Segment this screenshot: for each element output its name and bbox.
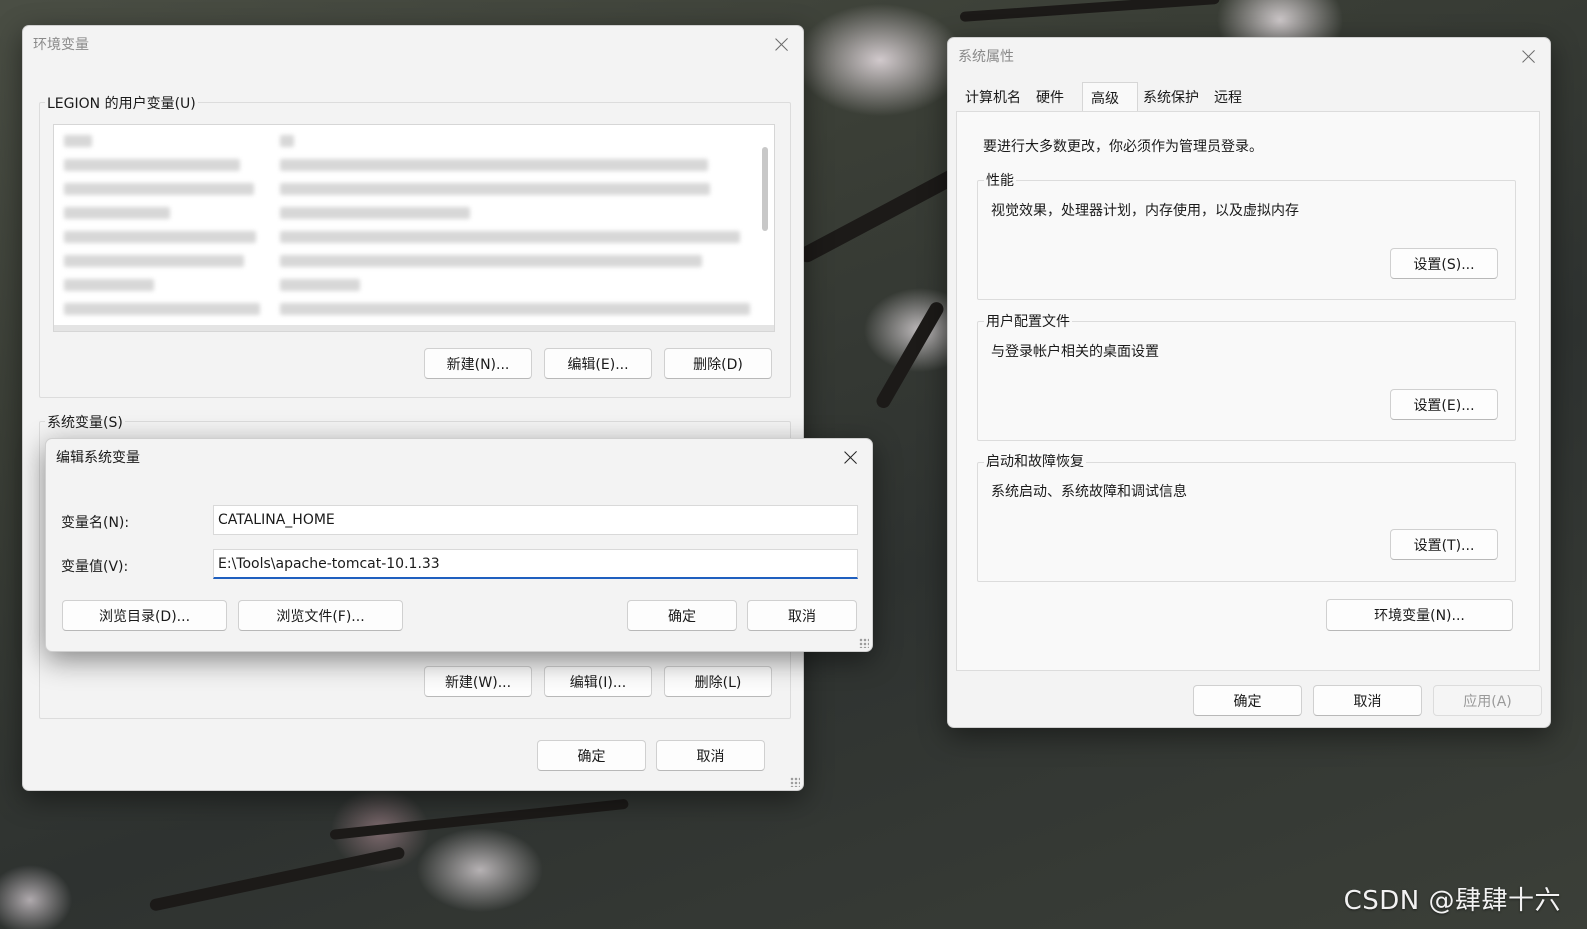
profile-label: 用户配置文件	[984, 311, 1072, 331]
list-item[interactable]	[280, 255, 702, 267]
list-item[interactable]	[64, 135, 92, 147]
list-item[interactable]	[280, 135, 294, 147]
user-new-button[interactable]: 新建(N)...	[424, 348, 532, 379]
startup-group	[977, 462, 1516, 582]
cancel-button[interactable]: 取消	[1313, 685, 1422, 716]
startup-desc: 系统启动、系统故障和调试信息	[991, 484, 1187, 500]
admin-note: 要进行大多数更改，你必须作为管理员登录。	[983, 139, 1263, 155]
background-branch	[873, 299, 947, 411]
close-icon[interactable]	[840, 447, 862, 469]
profile-group	[977, 321, 1516, 441]
system-new-button[interactable]: 新建(W)...	[424, 666, 532, 697]
startup-settings-button[interactable]: 设置(T)...	[1390, 529, 1498, 560]
advanced-panel: 要进行大多数更改，你必须作为管理员登录。 性能 视觉效果，处理器计划，内存使用，…	[956, 111, 1540, 671]
system-delete-button[interactable]: 删除(L)	[664, 666, 772, 697]
apply-button[interactable]: 应用(A)	[1433, 685, 1542, 716]
list-item[interactable]	[280, 279, 360, 291]
list-item[interactable]	[64, 207, 170, 219]
browse-directory-button[interactable]: 浏览目录(D)...	[62, 600, 227, 631]
tab-system-protection[interactable]: 系统保护	[1139, 84, 1203, 110]
background-branch	[959, 0, 1220, 22]
tab-advanced[interactable]: 高级	[1082, 82, 1138, 112]
variable-name-label: 变量名(N):	[61, 515, 130, 531]
user-vars-label: LEGION 的用户变量(U)	[45, 93, 198, 113]
close-icon[interactable]	[771, 34, 793, 56]
browse-file-button[interactable]: 浏览文件(F)...	[238, 600, 403, 631]
variable-value-input[interactable]	[213, 549, 858, 579]
variable-name-input[interactable]	[213, 505, 858, 535]
list-item[interactable]	[280, 183, 710, 195]
ok-button[interactable]: 确定	[537, 740, 646, 771]
list-item[interactable]	[64, 303, 260, 315]
env-vars-window: 环境变量 LEGION 的用户变量(U) 新建(N)... 编辑(E)... 删…	[22, 25, 804, 791]
startup-label: 启动和故障恢复	[984, 451, 1086, 471]
profile-settings-button[interactable]: 设置(E)...	[1390, 389, 1498, 420]
list-item[interactable]	[64, 159, 240, 171]
profile-desc: 与登录帐户相关的桌面设置	[991, 344, 1159, 360]
performance-label: 性能	[984, 170, 1016, 190]
edit-variable-dialog: 编辑系统变量 变量名(N): 变量值(V): 浏览目录(D)... 浏览文件(F…	[45, 438, 873, 652]
vertical-scrollbar[interactable]	[762, 147, 768, 231]
list-item[interactable]	[64, 255, 244, 267]
tab-remote[interactable]: 远程	[1210, 84, 1246, 110]
list-item[interactable]	[64, 231, 256, 243]
window-title: 环境变量	[33, 37, 89, 53]
cancel-button[interactable]: 取消	[747, 600, 857, 631]
performance-settings-button[interactable]: 设置(S)...	[1390, 248, 1498, 279]
performance-desc: 视觉效果，处理器计划，内存使用，以及虚拟内存	[991, 203, 1299, 219]
resize-grip-icon[interactable]	[790, 777, 800, 787]
list-item[interactable]	[280, 159, 708, 171]
user-vars-list[interactable]	[53, 124, 775, 332]
resize-grip-icon[interactable]	[859, 638, 869, 648]
user-edit-button[interactable]: 编辑(E)...	[544, 348, 652, 379]
system-edit-button[interactable]: 编辑(I)...	[544, 666, 652, 697]
environment-variables-button[interactable]: 环境变量(N)...	[1326, 599, 1513, 631]
horizontal-scrollbar[interactable]	[54, 325, 774, 331]
list-item[interactable]	[64, 279, 154, 291]
cancel-button[interactable]: 取消	[656, 740, 765, 771]
watermark: CSDN @肆肆十六	[1343, 886, 1561, 916]
list-item[interactable]	[64, 183, 254, 195]
performance-group	[977, 180, 1516, 300]
ok-button[interactable]: 确定	[627, 600, 737, 631]
list-item[interactable]	[280, 303, 750, 315]
list-item[interactable]	[280, 231, 740, 243]
system-properties-window: 系统属性 计算机名 硬件 高级 系统保护 远程 要进行大多数更改，你必须作为管理…	[947, 37, 1551, 728]
variable-value-label: 变量值(V):	[61, 559, 129, 575]
window-title: 系统属性	[958, 49, 1014, 65]
ok-button[interactable]: 确定	[1193, 685, 1302, 716]
tab-computer-name[interactable]: 计算机名	[961, 84, 1025, 110]
system-vars-label: 系统变量(S)	[45, 412, 125, 432]
background-branch	[148, 846, 406, 912]
dialog-title: 编辑系统变量	[56, 450, 140, 466]
close-icon[interactable]	[1518, 46, 1540, 68]
list-item[interactable]	[280, 207, 470, 219]
tab-hardware[interactable]: 硬件	[1032, 84, 1068, 110]
background-branch	[329, 798, 629, 840]
user-delete-button[interactable]: 删除(D)	[664, 348, 772, 379]
